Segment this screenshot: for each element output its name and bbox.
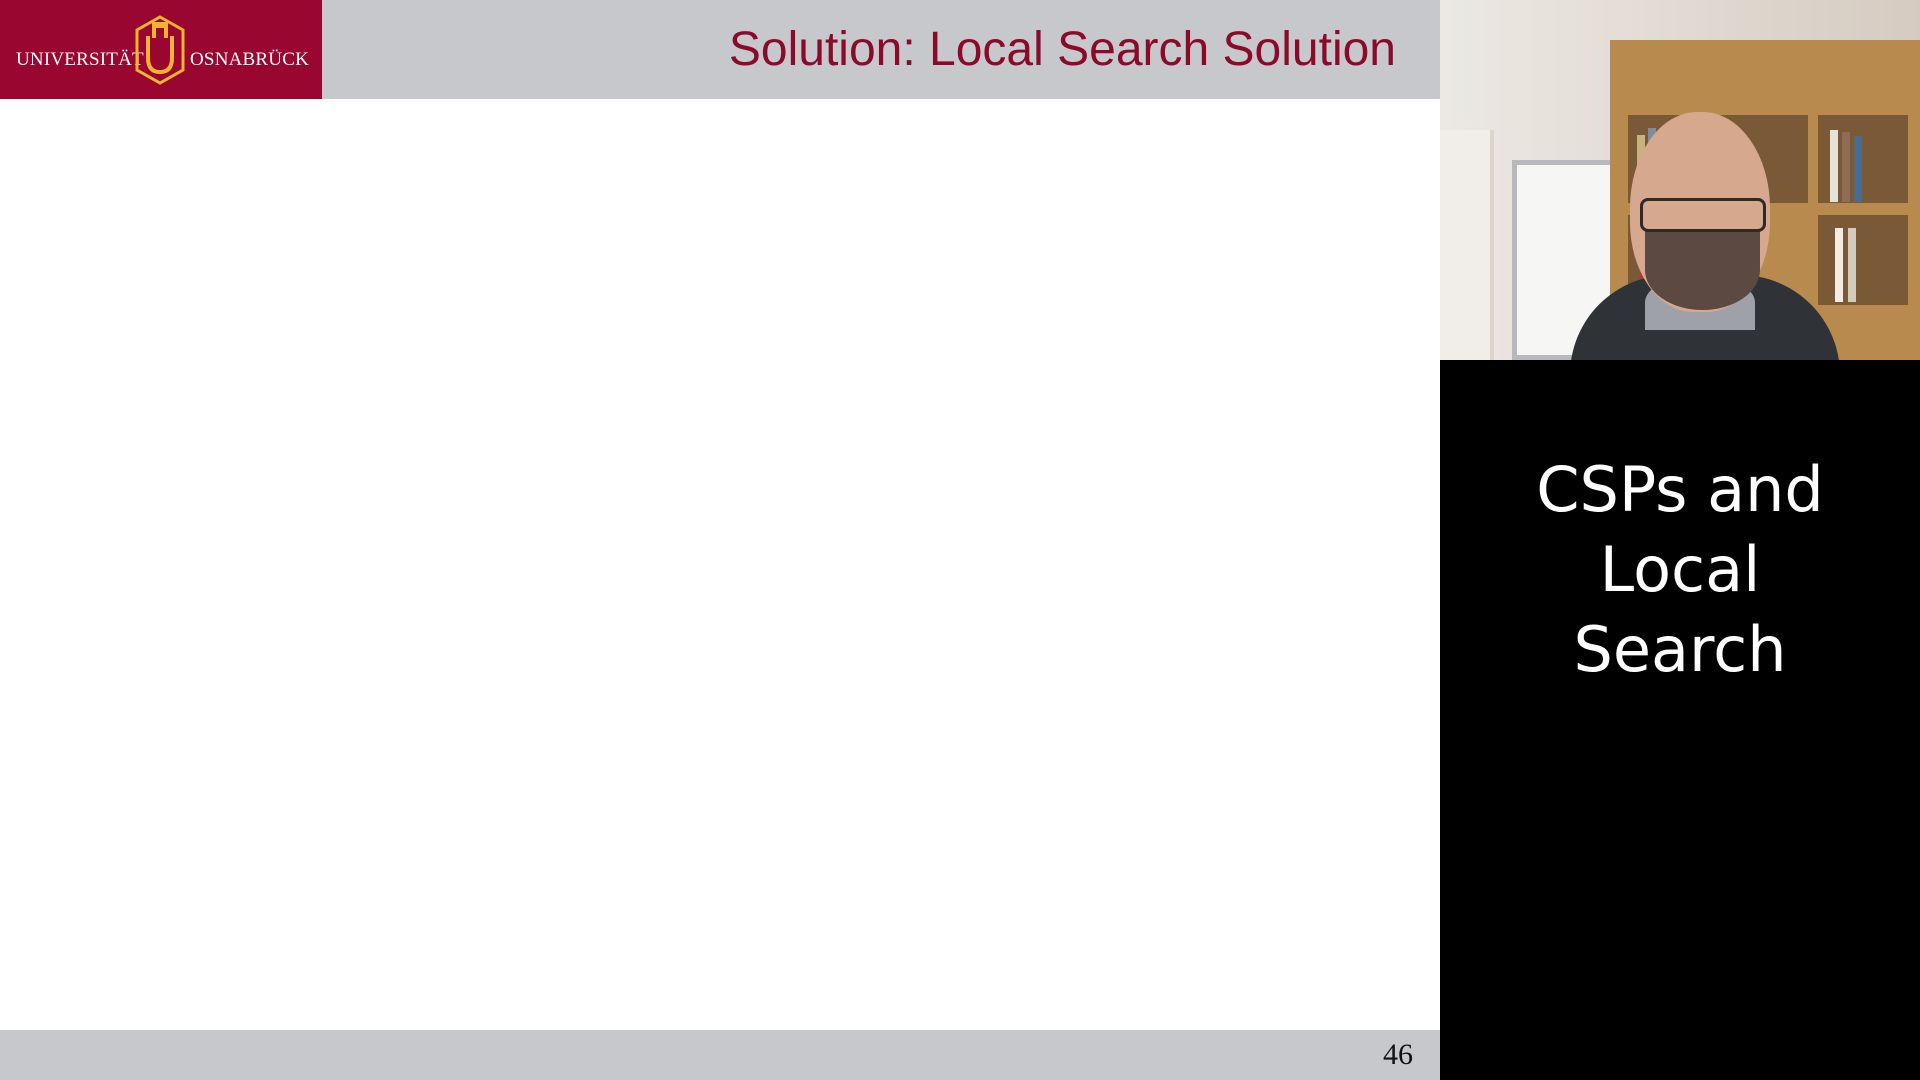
presenter-beard (1645, 230, 1760, 310)
overlay-title: CSPs and Local Search (1440, 450, 1920, 690)
webcam-feed (1440, 0, 1920, 360)
slide-footer: 46 (0, 1030, 1440, 1080)
slide: UNIVERSITÄT OSNABRÜCK Solution: Local Se… (0, 0, 1440, 1080)
video-overlay: CSPs and Local Search (1440, 360, 1920, 1080)
door-frame (1440, 130, 1494, 360)
logo-text-left: UNIVERSITÄT (16, 49, 144, 70)
crest-icon (135, 15, 185, 85)
slide-header: UNIVERSITÄT OSNABRÜCK Solution: Local Se… (0, 0, 1440, 99)
logo-text-right: OSNABRÜCK (190, 49, 309, 70)
slide-body (0, 99, 1440, 1030)
presenter-glasses (1640, 198, 1766, 232)
slide-title: Solution: Local Search Solution (728, 23, 1396, 76)
overlay-title-line-1: CSPs and (1536, 453, 1824, 526)
overlay-title-line-2: Local (1599, 533, 1761, 606)
university-logo: UNIVERSITÄT OSNABRÜCK (0, 0, 322, 99)
overlay-title-line-3: Search (1573, 613, 1787, 686)
page-number: 46 (1383, 1038, 1413, 1071)
